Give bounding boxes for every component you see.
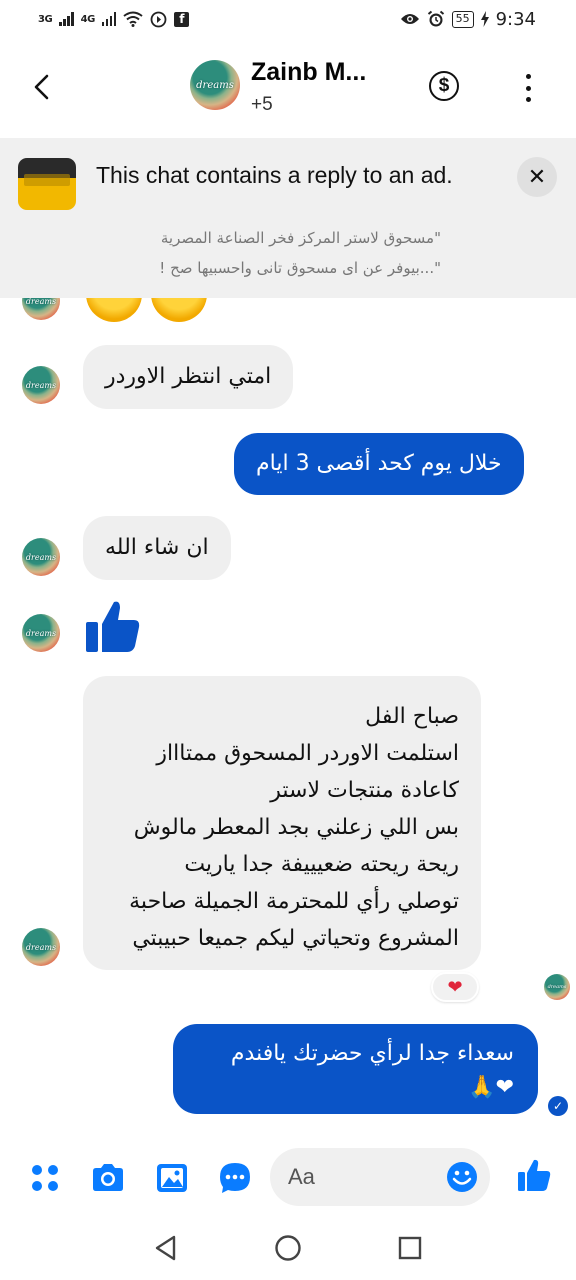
alarm-icon: [427, 10, 444, 27]
more-icon[interactable]: [518, 74, 538, 102]
message-input-box[interactable]: [270, 1148, 490, 1206]
wifi-icon: [123, 11, 143, 27]
message-line: توصلي رأي للمحترمة الجميلة صاحبة: [129, 889, 459, 914]
facebook-icon: f: [174, 11, 190, 27]
message-list[interactable]: dreams امتي انتظر الاوردر dreams خلال يو…: [0, 298, 576, 1140]
like-sticker-icon[interactable]: [84, 598, 142, 656]
sender-avatar[interactable]: dreams: [22, 614, 60, 652]
message-line: استلمت الاوردر المسحوق ممتاااز: [156, 741, 459, 766]
signal-icon-2: [101, 12, 117, 26]
chat-header: dreams Zainb M... +5 $: [0, 38, 576, 138]
laughing-emoji-icon: [151, 298, 207, 322]
participant-count: +5: [251, 94, 273, 115]
charging-icon: [480, 11, 489, 27]
ad-banner-title: This chat contains a reply to an ad.: [96, 162, 453, 188]
contact-avatar[interactable]: dreams: [190, 60, 240, 110]
back-icon[interactable]: [30, 74, 54, 100]
data-saver-icon: [150, 11, 167, 27]
message-bubble-incoming[interactable]: صباح الفل استلمت الاوردر المسحوق ممتاااز…: [83, 676, 481, 970]
status-bar: 3G 4G f 55 9:34: [0, 0, 576, 38]
message-text: خلال يوم كحد أقصى 3 ايام: [256, 451, 502, 476]
ad-reply-banner[interactable]: This chat contains a reply to an ad. "مس…: [0, 138, 576, 298]
delivered-check-icon: ✓: [548, 1096, 568, 1116]
status-right: 55 9:34: [400, 9, 536, 30]
like-icon[interactable]: [516, 1157, 552, 1193]
network-type-2: 4G: [80, 13, 96, 25]
message-bubble-incoming[interactable]: ان شاء الله: [83, 516, 231, 580]
message-line: صباح الفل: [365, 704, 459, 729]
contact-name[interactable]: Zainb M...: [251, 58, 366, 87]
laughing-emoji-icon: [86, 298, 142, 322]
ad-quote-line-2: "...بيوفر عن اى مسحوق تانى واحسبيها صح !: [159, 259, 441, 277]
nav-home-icon[interactable]: [274, 1234, 302, 1262]
gallery-icon[interactable]: [154, 1160, 190, 1196]
message-line: ريحة ريحته ضعيييفة جدا ياريت: [184, 852, 459, 877]
message-text: امتي انتظر الاوردر: [105, 364, 272, 389]
message-text: ان شاء الله: [105, 535, 209, 560]
seen-avatar: dreams: [544, 974, 570, 1000]
dollar-icon[interactable]: $: [429, 71, 459, 101]
sender-avatar[interactable]: dreams: [22, 928, 60, 966]
message-line: سعداء جدا لرأي حضرتك يافندم: [230, 1041, 514, 1066]
message-input[interactable]: [288, 1164, 438, 1190]
signal-icon: [59, 12, 74, 26]
message-composer: [0, 1140, 576, 1216]
nav-back-icon[interactable]: [152, 1234, 180, 1262]
message-bubble-outgoing[interactable]: خلال يوم كحد أقصى 3 ايام: [234, 433, 524, 495]
menu-icon[interactable]: [27, 1160, 63, 1196]
status-left: 3G 4G f: [38, 11, 190, 28]
ad-quote-line-1: "مسحوق لاستر المركز فخر الصناعة المصرية: [160, 229, 441, 247]
message-line: كاعادة منتجات لاستر: [270, 778, 459, 803]
message-line: المشروع وتحياتي ليكم جميعا حبيبتي: [132, 926, 459, 951]
ad-thumbnail[interactable]: [18, 158, 76, 210]
sender-avatar[interactable]: dreams: [22, 538, 60, 576]
message-emoji-line: ❤🙏: [468, 1075, 514, 1100]
sender-avatar[interactable]: dreams: [22, 366, 60, 404]
heart-reaction[interactable]: ❤: [431, 972, 479, 1002]
avatar-logo-text: dreams: [196, 79, 234, 91]
message-bubble-incoming[interactable]: امتي انتظر الاوردر: [83, 345, 294, 409]
message-line: بس اللي زعلني بجد المعطر مالوش: [133, 815, 459, 840]
system-nav-bar: [0, 1216, 576, 1280]
camera-icon[interactable]: [90, 1160, 126, 1196]
close-banner-button[interactable]: ✕: [517, 157, 557, 197]
network-type-1: 3G: [38, 13, 53, 25]
clock: 9:34: [495, 8, 536, 30]
emoji-icon[interactable]: [445, 1160, 479, 1194]
chat-bubble-icon[interactable]: [217, 1160, 253, 1196]
nav-recents-icon[interactable]: [396, 1234, 424, 1262]
chat-screen: 3G 4G f 55 9:34 dreams Zainb M... +5 $ T…: [0, 0, 576, 1280]
battery-icon: 55: [451, 10, 474, 28]
message-bubble-outgoing[interactable]: سعداء جدا لرأي حضرتك يافندم ❤🙏: [173, 1024, 538, 1114]
eye-icon: [400, 14, 419, 24]
sender-avatar[interactable]: dreams: [22, 298, 60, 320]
